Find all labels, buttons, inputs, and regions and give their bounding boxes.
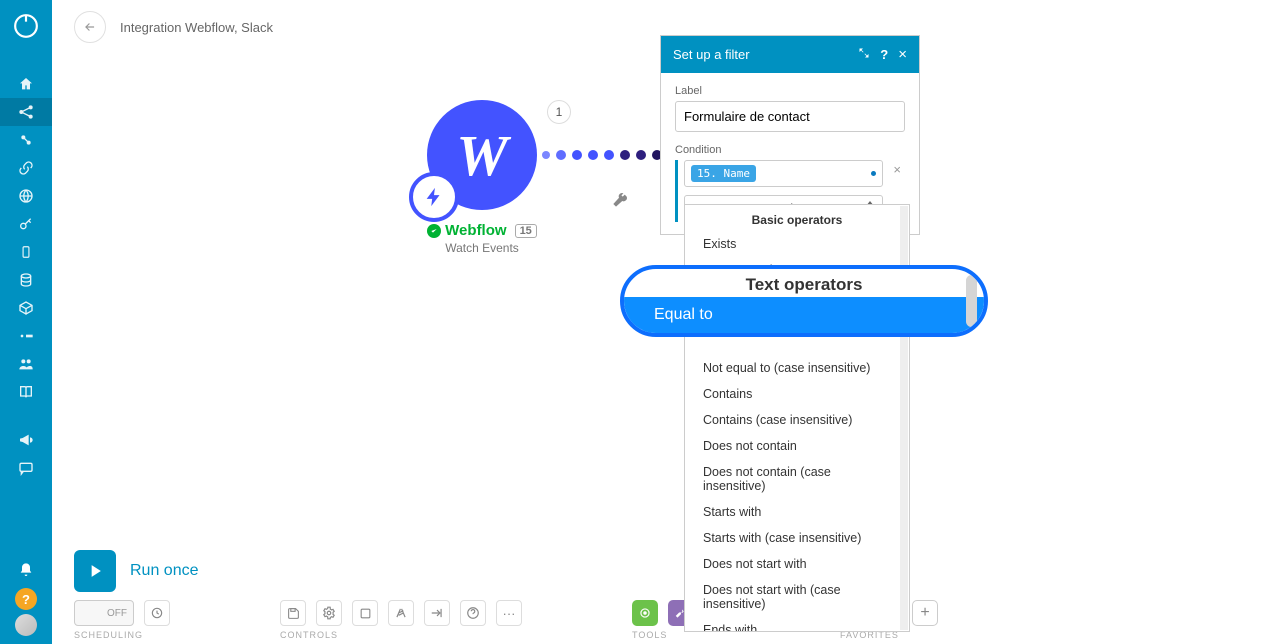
expand-icon[interactable] bbox=[858, 47, 870, 62]
more-button[interactable]: ··· bbox=[496, 600, 522, 626]
nav-team[interactable] bbox=[0, 350, 52, 378]
explain-flow-button[interactable] bbox=[424, 600, 450, 626]
nav-templates[interactable] bbox=[0, 126, 52, 154]
scheduling-toggle[interactable]: OFF bbox=[74, 600, 134, 626]
bottom-toolbar: Run once OFF SCHEDULING ··· CONTROLS bbox=[52, 544, 1280, 644]
sidebar: ? bbox=[0, 0, 52, 644]
dropdown-group-basic: Basic operators bbox=[685, 205, 909, 231]
dropdown-item[interactable]: Does not contain (case insensitive) bbox=[685, 459, 909, 499]
nav-notifications[interactable] bbox=[0, 556, 52, 584]
run-button[interactable] bbox=[74, 550, 116, 592]
nav-keys[interactable] bbox=[0, 210, 52, 238]
nav-announce[interactable] bbox=[0, 426, 52, 454]
node-subtitle: Watch Events bbox=[427, 241, 537, 255]
status-ok-icon bbox=[427, 224, 441, 238]
save-button[interactable] bbox=[280, 600, 306, 626]
condition-label: Condition bbox=[675, 144, 905, 156]
help-icon[interactable]: ? bbox=[880, 47, 888, 62]
dropdown-item[interactable]: Starts with (case insensitive) bbox=[685, 525, 909, 551]
settings-button[interactable] bbox=[316, 600, 342, 626]
breadcrumb: Integration Webflow, Slack bbox=[120, 20, 273, 35]
nav-connections[interactable] bbox=[0, 154, 52, 182]
logo[interactable] bbox=[0, 0, 52, 52]
nav-datastores[interactable] bbox=[0, 294, 52, 322]
dropdown-item[interactable]: Does not contain bbox=[685, 433, 909, 459]
remove-condition-icon[interactable]: × bbox=[889, 160, 905, 179]
highlight-callout: Text operators Equal to bbox=[620, 265, 988, 337]
node-run-count-bubble[interactable]: 1 bbox=[547, 100, 571, 124]
webflow-icon[interactable]: W bbox=[427, 100, 537, 210]
panel-title: Set up a filter bbox=[673, 47, 750, 62]
nav-docs[interactable] bbox=[0, 378, 52, 406]
node-webflow[interactable]: 1 W Webflow 15 Watch Events bbox=[427, 100, 537, 255]
dropdown-item[interactable]: Contains bbox=[685, 381, 909, 407]
mapped-value-tag[interactable]: 15. Name bbox=[691, 165, 756, 182]
label-input[interactable] bbox=[675, 101, 905, 132]
nav-more[interactable] bbox=[0, 322, 52, 350]
help-button[interactable] bbox=[460, 600, 486, 626]
nav-comments[interactable] bbox=[0, 454, 52, 482]
panel-header: Set up a filter ? × bbox=[661, 36, 919, 73]
nav-home[interactable] bbox=[0, 70, 52, 98]
dropdown-item[interactable]: Exists bbox=[685, 231, 909, 257]
nav-integrations[interactable] bbox=[0, 98, 52, 126]
tool-flow-button[interactable] bbox=[632, 600, 658, 626]
configure-route-icon[interactable] bbox=[612, 192, 628, 211]
nav-devices[interactable] bbox=[0, 238, 52, 266]
user-avatar[interactable] bbox=[15, 614, 37, 636]
callout-selected-item[interactable]: Equal to bbox=[624, 297, 984, 333]
dropdown-item[interactable]: Does not start with bbox=[685, 551, 909, 577]
close-icon[interactable]: × bbox=[898, 46, 907, 63]
add-favorite-button[interactable]: + bbox=[912, 600, 938, 626]
dropdown-item[interactable]: Not equal to (case insensitive) bbox=[685, 355, 909, 381]
nav-data[interactable] bbox=[0, 266, 52, 294]
callout-group-label: Text operators bbox=[624, 269, 984, 297]
connection-path bbox=[542, 150, 662, 160]
node-id-badge: 15 bbox=[515, 224, 537, 238]
dropdown-item[interactable]: Does not start with (case insensitive) bbox=[685, 577, 909, 617]
callout-scrollbar[interactable] bbox=[966, 275, 977, 327]
notes-button[interactable] bbox=[352, 600, 378, 626]
scheduling-group: OFF SCHEDULING bbox=[74, 600, 170, 640]
dropdown-item[interactable]: Starts with bbox=[685, 499, 909, 525]
run-label: Run once bbox=[130, 562, 199, 580]
node-title: Webflow 15 bbox=[427, 222, 537, 239]
nav-webhooks[interactable] bbox=[0, 182, 52, 210]
label-field-label: Label bbox=[675, 85, 905, 97]
auto-align-button[interactable] bbox=[388, 600, 414, 626]
dropdown-item[interactable]: Ends with bbox=[685, 617, 909, 632]
back-button[interactable] bbox=[74, 11, 106, 43]
condition-value-input[interactable]: 15. Name bbox=[684, 160, 883, 187]
controls-group: ··· CONTROLS bbox=[280, 600, 522, 640]
instant-trigger-icon bbox=[409, 172, 459, 222]
schedule-settings-button[interactable] bbox=[144, 600, 170, 626]
dropdown-item[interactable]: Contains (case insensitive) bbox=[685, 407, 909, 433]
help-button[interactable]: ? bbox=[15, 588, 37, 610]
